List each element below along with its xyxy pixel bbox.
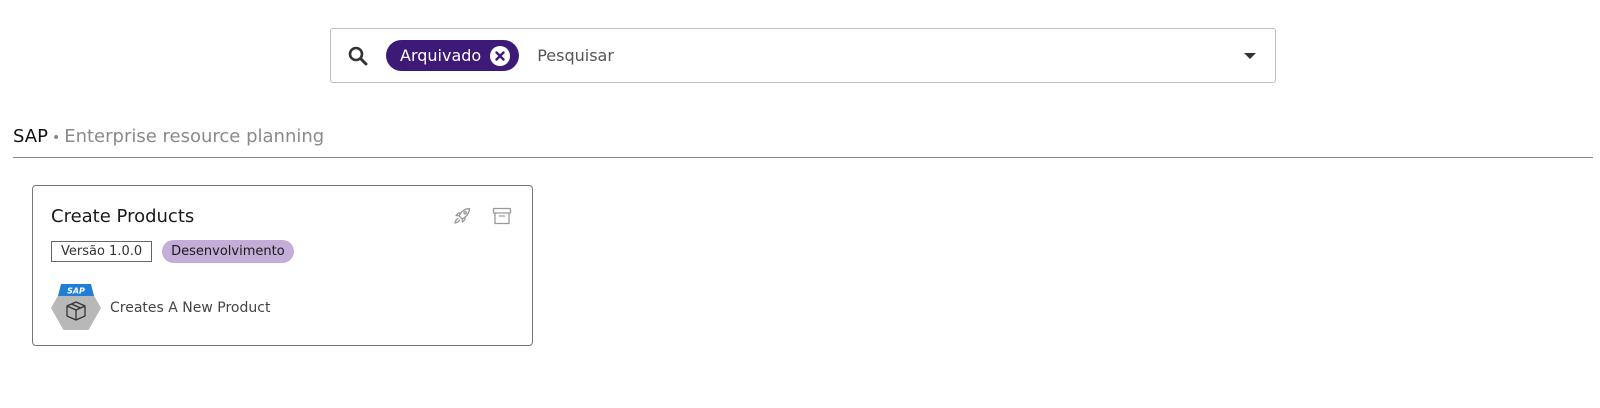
filter-chip-label: Arquivado: [400, 46, 482, 65]
card-footer: SAP Creates A New Product: [51, 283, 270, 333]
section-separator: •: [51, 130, 61, 146]
search-icon: [348, 46, 368, 66]
search-bar[interactable]: Arquivado: [330, 28, 1276, 83]
card-actions: [452, 206, 512, 226]
section-title: SAP: [13, 126, 48, 147]
card-title: Create Products: [51, 206, 195, 227]
status-badge: Desenvolvimento: [162, 240, 294, 263]
filter-chip-archived: Arquivado: [386, 40, 520, 71]
card-description: Creates A New Product: [110, 300, 271, 316]
sap-logo-text: SAP: [67, 287, 85, 296]
rocket-icon[interactable]: [452, 206, 472, 226]
search-input[interactable]: [537, 29, 1225, 82]
sap-app-icon: SAP: [51, 283, 101, 333]
process-card[interactable]: Create Products Versão 1.0.0 Desenvolvim…: [32, 185, 533, 346]
section-divider: [13, 157, 1593, 158]
caret-down-icon[interactable]: [1225, 29, 1275, 82]
section-subtitle: Enterprise resource planning: [64, 126, 325, 147]
card-badges: Versão 1.0.0 Desenvolvimento: [51, 240, 294, 263]
archive-icon[interactable]: [492, 206, 512, 226]
section-header: SAP • Enterprise resource planning: [13, 126, 324, 147]
remove-filter-icon[interactable]: [490, 45, 511, 66]
version-badge: Versão 1.0.0: [51, 241, 153, 262]
